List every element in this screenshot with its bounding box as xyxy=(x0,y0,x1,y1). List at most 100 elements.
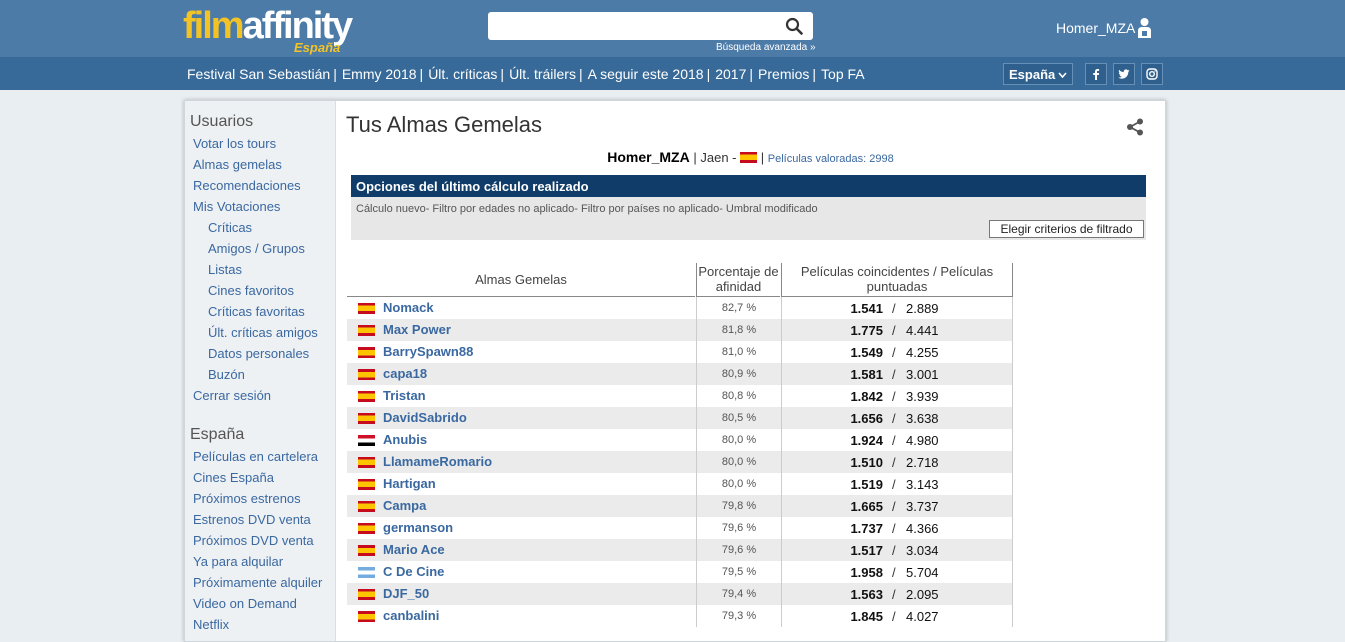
affinity-percentage: 79,6 % xyxy=(696,517,782,539)
rated-movies-count: 3.737 xyxy=(906,499,939,514)
count-separator: / xyxy=(892,609,896,624)
top-header: filmaffinity España Búsqueda avanzada » … xyxy=(0,0,1345,57)
count-separator: / xyxy=(892,301,896,316)
table-row: Mario Ace 79,6 % 1.517 / 3.034 xyxy=(347,539,1013,561)
soulmate-name-link[interactable]: Tristan xyxy=(383,388,426,403)
instagram-icon xyxy=(1146,68,1158,80)
soulmate-name-link[interactable]: capa18 xyxy=(383,366,427,381)
sidebar-item-proximamente-alquiler[interactable]: Próximamente alquiler xyxy=(193,575,322,590)
user-location: Jaen - xyxy=(700,150,737,165)
options-description: Cálculo nuevo- Filtro por edades no apli… xyxy=(356,203,818,215)
logo-region: España xyxy=(294,40,341,55)
sidebar-item-ult-criticas-amigos[interactable]: Últ. críticas amigos xyxy=(208,325,318,340)
soulmate-name-link[interactable]: Max Power xyxy=(383,322,451,337)
table-row: LlamameRomario 80,0 % 1.510 / 2.718 xyxy=(347,451,1013,473)
table-row: Nomack 82,7 % 1.541 / 2.889 xyxy=(347,297,1013,319)
username-link[interactable]: Homer_MZA xyxy=(1056,20,1135,36)
soulmate-name-link[interactable]: C De Cine xyxy=(383,564,444,579)
sidebar-item-datos-personales[interactable]: Datos personales xyxy=(208,346,309,361)
country-select[interactable]: España xyxy=(1003,63,1073,85)
rated-movies-count: 4.441 xyxy=(906,323,939,338)
sidebar-item-cartelera[interactable]: Películas en cartelera xyxy=(193,449,318,464)
soulmate-name-link[interactable]: LlamameRomario xyxy=(383,454,492,469)
nav-link-trailers[interactable]: Últ. tráilers xyxy=(509,66,576,82)
country-flag-icon xyxy=(358,479,375,490)
sidebar-item-cines-favoritos[interactable]: Cines favoritos xyxy=(208,283,294,298)
nav-link-festival[interactable]: Festival San Sebastián xyxy=(187,66,330,82)
column-divider xyxy=(1012,451,1013,473)
sidebar-item-cerrar-sesion[interactable]: Cerrar sesión xyxy=(193,388,271,403)
sidebar-item-buzon[interactable]: Buzón xyxy=(208,367,245,382)
country-flag-icon xyxy=(358,413,375,424)
country-flag-icon xyxy=(358,545,375,556)
affinity-percentage: 80,5 % xyxy=(696,407,782,429)
rated-movies-count: 2.095 xyxy=(906,587,939,602)
common-movies-count: 1.924 xyxy=(850,433,883,448)
common-movies-count: 1.519 xyxy=(850,477,883,492)
sidebar-item-estrenos-dvd[interactable]: Estrenos DVD venta xyxy=(193,512,311,527)
sidebar-item-votar-tours[interactable]: Votar los tours xyxy=(193,136,276,151)
soulmate-name-link[interactable]: DavidSabrido xyxy=(383,410,467,425)
sidebar-item-cines-espana[interactable]: Cines España xyxy=(193,470,274,485)
sidebar-item-listas[interactable]: Listas xyxy=(208,262,242,277)
search-input[interactable] xyxy=(494,16,768,38)
share-icon[interactable] xyxy=(1126,118,1144,136)
choose-filter-button[interactable]: Elegir criterios de filtrado xyxy=(989,220,1144,238)
twitter-button[interactable] xyxy=(1113,63,1135,85)
advanced-search-link[interactable]: Búsqueda avanzada » xyxy=(716,42,816,53)
soulmate-name-link[interactable]: germanson xyxy=(383,520,453,535)
affinity-percentage: 81,8 % xyxy=(696,319,782,341)
country-flag-icon xyxy=(358,589,375,600)
count-separator: / xyxy=(892,455,896,470)
sidebar-item-ya-alquilar[interactable]: Ya para alquilar xyxy=(193,554,283,569)
sidebar-item-amigos-grupos[interactable]: Amigos / Grupos xyxy=(208,241,305,256)
sidebar-item-video-on-demand[interactable]: Video on Demand xyxy=(193,596,297,611)
count-separator: / xyxy=(892,477,896,492)
country-flag-icon xyxy=(358,501,375,512)
sidebar-item-mis-votaciones[interactable]: Mis Votaciones xyxy=(193,199,280,214)
sidebar-item-recomendaciones[interactable]: Recomendaciones xyxy=(193,178,301,193)
sidebar-item-almas-gemelas[interactable]: Almas gemelas xyxy=(193,157,282,172)
nav-link-criticas[interactable]: Últ. críticas xyxy=(428,66,497,82)
column-divider xyxy=(1012,341,1013,363)
table-row: germanson 79,6 % 1.737 / 4.366 xyxy=(347,517,1013,539)
nav-link-2017[interactable]: 2017 xyxy=(715,66,746,82)
nav-separator: | xyxy=(749,66,754,82)
common-movies-count: 1.541 xyxy=(850,301,883,316)
facebook-button[interactable] xyxy=(1085,63,1107,85)
soulmate-name-link[interactable]: canbalini xyxy=(383,608,439,623)
sidebar-item-proximos-estrenos[interactable]: Próximos estrenos xyxy=(193,491,301,506)
soulmate-name-link[interactable]: Anubis xyxy=(383,432,427,447)
filmaffinity-logo[interactable]: filmaffinity España xyxy=(183,6,363,56)
soulmate-name-link[interactable]: Campa xyxy=(383,498,426,513)
nav-link-a-seguir[interactable]: A seguir este 2018 xyxy=(588,66,704,82)
rated-movies-count: 2.718 xyxy=(906,455,939,470)
soulmate-name-link[interactable]: Mario Ace xyxy=(383,542,445,557)
sidebar-item-criticas[interactable]: Críticas xyxy=(208,220,252,235)
rated-count[interactable]: Películas valoradas: 2998 xyxy=(768,153,894,165)
soulmate-name-link[interactable]: DJF_50 xyxy=(383,586,429,601)
soulmate-name-link[interactable]: BarrySpawn88 xyxy=(383,344,473,359)
common-movies-count: 1.510 xyxy=(850,455,883,470)
user-icon[interactable] xyxy=(1137,17,1152,39)
rated-movies-count: 3.143 xyxy=(906,477,939,492)
sidebar-item-proximos-dvd[interactable]: Próximos DVD venta xyxy=(193,533,314,548)
common-movies-count: 1.549 xyxy=(850,345,883,360)
user-name[interactable]: Homer_MZA xyxy=(607,149,689,165)
soulmate-name-link[interactable]: Nomack xyxy=(383,300,434,315)
sidebar-item-netflix[interactable]: Netflix xyxy=(193,617,229,632)
sidebar-item-criticas-favoritas[interactable]: Críticas favoritas xyxy=(208,304,305,319)
table-row: capa18 80,9 % 1.581 / 3.001 xyxy=(347,363,1013,385)
search-icon[interactable] xyxy=(785,17,803,35)
column-header-movies: Películas coincidentes / Películas puntu… xyxy=(781,263,1013,297)
common-movies-count: 1.656 xyxy=(850,411,883,426)
nav-link-emmy[interactable]: Emmy 2018 xyxy=(342,66,417,82)
instagram-button[interactable] xyxy=(1141,63,1163,85)
country-flag-icon xyxy=(358,567,375,578)
table-row: Anubis 80,0 % 1.924 / 4.980 xyxy=(347,429,1013,451)
soulmate-name-link[interactable]: Hartigan xyxy=(383,476,436,491)
nav-link-top-fa[interactable]: Top FA xyxy=(821,66,865,82)
nav-link-premios[interactable]: Premios xyxy=(758,66,809,82)
spain-flag-icon xyxy=(740,152,758,163)
content-area: Tus Almas Gemelas Homer_MZA | Jaen - | P… xyxy=(336,101,1165,641)
